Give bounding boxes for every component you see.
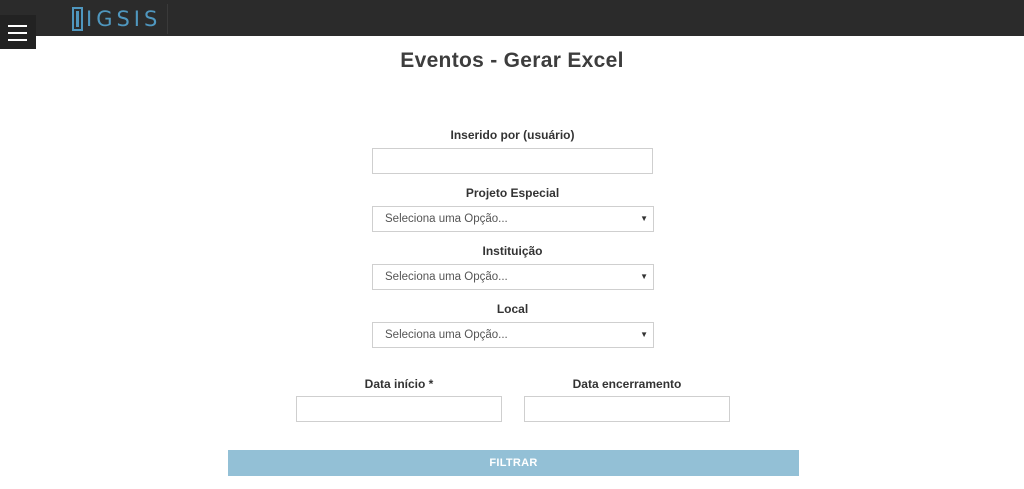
chevron-down-icon: ▼ <box>640 330 648 339</box>
projeto-especial-select[interactable]: Seleciona uma Opção... ▼ <box>372 206 654 232</box>
data-inicio-input[interactable] <box>296 396 502 422</box>
instituicao-select[interactable]: Seleciona uma Opção... ▼ <box>372 264 654 290</box>
hamburger-icon <box>8 25 27 27</box>
projeto-especial-selected-value: Seleciona uma Opção... <box>385 213 508 225</box>
logo-text: IGSIS <box>86 6 162 31</box>
instituicao-label: Instituição <box>482 244 543 258</box>
instituicao-selected-value: Seleciona uma Opção... <box>385 271 508 283</box>
data-encerramento-input[interactable] <box>524 396 730 422</box>
hamburger-icon <box>8 39 27 41</box>
hamburger-menu-button[interactable] <box>0 15 36 49</box>
projeto-especial-label: Projeto Especial <box>465 186 560 200</box>
local-select[interactable]: Seleciona uma Opção... ▼ <box>372 322 654 348</box>
hamburger-icon <box>8 32 27 34</box>
inserido-por-label: Inserido por (usuário) <box>450 128 575 142</box>
igsis-logo[interactable]: IGSIS <box>72 4 169 34</box>
local-label: Local <box>496 302 529 316</box>
logo-mark-icon <box>72 7 83 31</box>
chevron-down-icon: ▼ <box>640 272 648 281</box>
data-inicio-label: Data início * <box>364 377 434 391</box>
local-selected-value: Seleciona uma Opção... <box>385 329 508 341</box>
data-encerramento-label: Data encerramento <box>572 377 682 391</box>
chevron-down-icon: ▼ <box>640 214 648 223</box>
inserido-por-input[interactable] <box>372 148 653 174</box>
filtrar-button[interactable]: FILTRAR <box>228 450 799 476</box>
page-title: Eventos - Gerar Excel <box>400 49 624 72</box>
